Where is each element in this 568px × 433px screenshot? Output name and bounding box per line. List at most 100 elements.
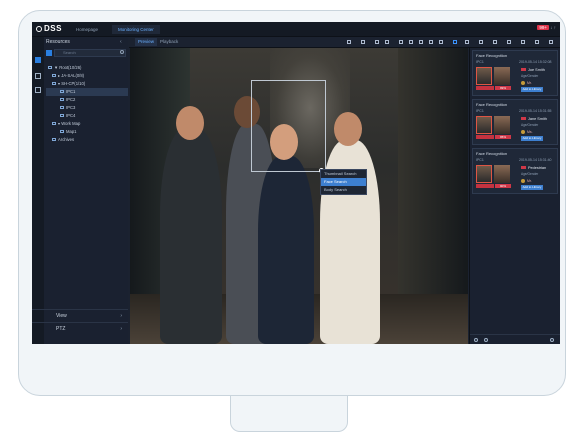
captured-face-thumbnail[interactable] xyxy=(476,165,492,183)
tab-playback[interactable]: Playback xyxy=(157,38,181,46)
audio-icon[interactable] xyxy=(375,40,379,44)
folder-icon xyxy=(52,82,56,85)
sidebar-section-view[interactable]: View › xyxy=(32,309,128,322)
captured-face-thumbnail[interactable] xyxy=(476,116,492,134)
face-recognition-card[interactable]: Face Recognition IPC1 2019-05-14 15:32:0… xyxy=(472,50,558,96)
face-recognition-card[interactable]: Face Recognition IPC1 2019-05-14 15:31:4… xyxy=(472,148,558,194)
library-face-thumbnail[interactable] xyxy=(494,165,510,183)
tree-item-ipc4[interactable]: IPC4 xyxy=(46,112,128,120)
resources-title: Resources xyxy=(46,39,70,45)
fullscreen-icon[interactable] xyxy=(479,40,483,44)
device-tree-icon[interactable] xyxy=(35,57,41,63)
similarity-badge: 99% xyxy=(495,86,511,90)
person-name: Pedestrian xyxy=(521,166,546,170)
tree-item-ipc3[interactable]: IPC3 xyxy=(46,104,128,112)
face-recognition-card[interactable]: Face Recognition IPC1 2019-05-14 15:31:5… xyxy=(472,99,558,145)
search-input[interactable]: Search xyxy=(54,49,126,57)
tree-item-ja-sal[interactable]: ▸ JA-SAL(0/8) xyxy=(46,72,128,80)
person-1-head xyxy=(176,106,204,140)
add-to-library-button[interactable]: Add to Library xyxy=(521,136,543,141)
menu-item-thumbnail-search[interactable]: Thumbnail Search xyxy=(321,170,366,178)
chevron-right-icon: › xyxy=(120,326,122,332)
settings-icon[interactable] xyxy=(535,40,539,44)
split-4-icon[interactable] xyxy=(409,40,413,44)
person-4-head xyxy=(334,112,362,146)
custom-split-icon[interactable] xyxy=(439,40,443,44)
snapshot-icon[interactable] xyxy=(347,40,351,44)
collapse-chevron-icon[interactable]: ‹ xyxy=(120,39,122,45)
card-time: 2019-05-14 15:32:08 xyxy=(519,60,552,64)
library-face-thumbnail[interactable] xyxy=(494,67,510,85)
tree-item-ipc1[interactable]: IPC1 xyxy=(46,88,128,96)
card-time: 2019-05-14 15:31:55 xyxy=(519,109,552,113)
tab-homepage[interactable]: Homepage xyxy=(76,25,98,34)
tree-item-map1[interactable]: Map1 xyxy=(46,128,128,136)
tab-preview[interactable]: Preview xyxy=(135,38,158,46)
filter-icon[interactable] xyxy=(46,50,52,56)
library-face-thumbnail[interactable] xyxy=(494,116,510,134)
tree-item-root[interactable]: ▼ Root(10/26) xyxy=(46,64,128,72)
tag-icon xyxy=(521,81,525,85)
split-9-icon[interactable] xyxy=(419,40,423,44)
menu-item-body-search[interactable]: Body Search xyxy=(321,186,366,194)
split-16-icon[interactable] xyxy=(429,40,433,44)
similarity-badge: 95% xyxy=(495,135,511,139)
talk-icon[interactable] xyxy=(385,40,389,44)
card-time: 2019-05-14 15:31:40 xyxy=(519,158,552,162)
face-split-icon[interactable] xyxy=(453,40,457,44)
tree-item-ipc2[interactable]: IPC2 xyxy=(46,96,128,104)
face-detection-box[interactable] xyxy=(251,80,326,172)
pin-icon[interactable] xyxy=(550,338,554,342)
monitor-stand xyxy=(230,396,348,432)
grid-icon[interactable] xyxy=(465,40,469,44)
add-to-library-button[interactable]: Add to Library xyxy=(521,87,543,92)
video-feed[interactable]: Thumbnail Search Face Search Body Search xyxy=(130,48,468,344)
search-icon[interactable] xyxy=(120,50,124,54)
logo-icon xyxy=(36,26,42,32)
person-attributes: Age/Gender xyxy=(521,172,539,176)
context-menu: Thumbnail Search Face Search Body Search xyxy=(320,169,367,195)
ptz-label: PTZ xyxy=(56,326,66,332)
tab-monitoring-center[interactable]: Monitoring Center xyxy=(112,25,160,34)
similarity-badge: 90% xyxy=(495,184,511,188)
record-icon[interactable] xyxy=(361,40,365,44)
window-control-icons[interactable]: ↓ ↑ xyxy=(550,25,556,30)
settings-icon[interactable] xyxy=(474,338,478,342)
alarm-bar xyxy=(476,135,494,139)
person-tag: Mr. xyxy=(521,179,532,183)
panel-footer xyxy=(470,334,560,344)
tree-item-sh-cp[interactable]: ▾ SH-CP(1/10) xyxy=(46,80,128,88)
person-name: Joe Smith xyxy=(521,68,545,72)
person-tag: Ms. xyxy=(521,130,533,134)
view-label: View xyxy=(56,313,67,319)
camera-icon xyxy=(60,114,64,117)
tag-icon xyxy=(521,179,525,183)
title-bar: DSS Homepage Monitoring Center 99+ ↓ ↑ xyxy=(32,22,560,37)
camera-icon xyxy=(60,98,64,101)
sidebar-section-ptz[interactable]: PTZ › xyxy=(32,322,128,335)
tree-item-work-map[interactable]: ▾ Work Map xyxy=(46,120,128,128)
folder-icon xyxy=(52,74,56,77)
close-icon[interactable] xyxy=(493,40,497,44)
favorites-icon[interactable] xyxy=(35,87,41,93)
captured-face-thumbnail[interactable] xyxy=(476,67,492,85)
camera-icon xyxy=(60,90,64,93)
person-3 xyxy=(258,156,314,344)
refresh-icon[interactable] xyxy=(549,40,553,44)
user-icon[interactable] xyxy=(521,40,525,44)
person-attributes: Age/Gender xyxy=(521,123,539,127)
add-to-library-button[interactable]: Add to Library xyxy=(521,185,543,190)
card-channel: IPC1 xyxy=(476,109,484,113)
alarm-badge[interactable]: 99+ xyxy=(537,25,549,30)
layout-icon[interactable] xyxy=(507,40,511,44)
split-1-icon[interactable] xyxy=(399,40,403,44)
layout-icon[interactable] xyxy=(35,73,41,79)
toolbar: Preview Playback xyxy=(129,37,560,48)
card-title: Face Recognition xyxy=(476,53,508,58)
tree-item-archives[interactable]: Archives xyxy=(46,136,128,144)
menu-item-face-search[interactable]: Face Search xyxy=(321,178,366,186)
app-screen: DSS Homepage Monitoring Center 99+ ↓ ↑ R… xyxy=(32,22,560,344)
map-icon xyxy=(52,122,56,125)
chevron-right-icon: › xyxy=(120,313,122,319)
clear-icon[interactable] xyxy=(484,338,488,342)
